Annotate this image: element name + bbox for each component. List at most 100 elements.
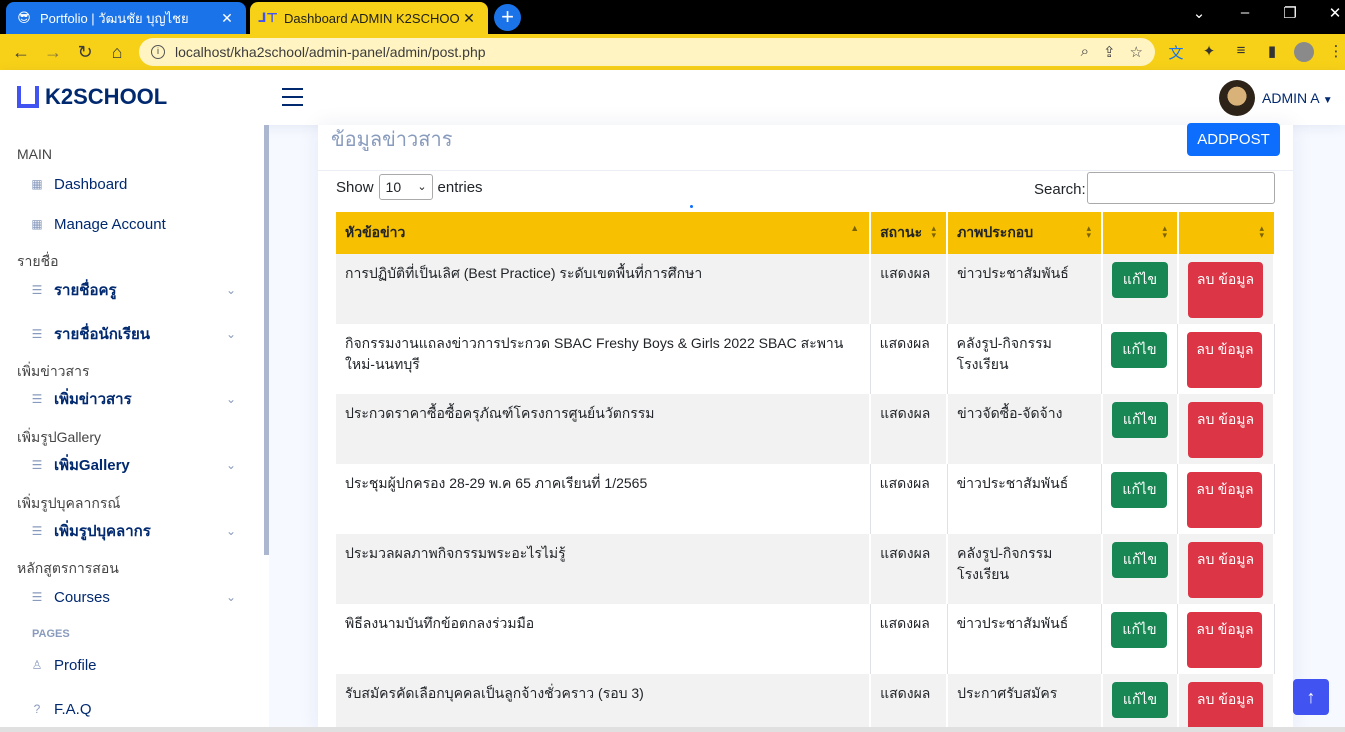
reload-icon[interactable]: ↻ <box>73 40 97 64</box>
column-header-delete[interactable]: ▴ ▾ <box>1177 212 1274 254</box>
sort-icon: ▴ ▾ <box>931 223 937 240</box>
sort-asc-icon: ▲ <box>850 223 860 233</box>
minimize-button[interactable]: – <box>1232 4 1258 21</box>
delete-button[interactable]: ลบ ข้อมูล <box>1187 332 1263 388</box>
delete-button[interactable]: ลบ ข้อมูล <box>1187 612 1263 668</box>
edit-button[interactable]: แก้ไข <box>1111 542 1168 578</box>
edit-button[interactable]: แก้ไข <box>1111 682 1168 718</box>
column-header-title[interactable]: หัวข้อข่าว ▲ <box>336 212 872 254</box>
edit-button[interactable]: แก้ไข <box>1111 262 1168 298</box>
cell-status: แสดงผล <box>870 464 948 534</box>
cell-status: แสดงผล <box>870 254 949 324</box>
delete-button[interactable]: ลบ ข้อมูล <box>1187 472 1263 528</box>
close-window-button[interactable]: ✕ <box>1322 4 1345 22</box>
sidebar-item-manage-account[interactable]: ▦ Manage Account <box>30 211 240 237</box>
list-icon: ☰ <box>31 524 43 538</box>
profile-avatar-icon[interactable] <box>1294 42 1314 62</box>
bookmark-star-icon[interactable]: ☆ <box>1130 43 1143 61</box>
entries-label: entries <box>437 178 483 196</box>
page-length-control: Show 10 ⌄ entries <box>336 174 483 200</box>
chevron-down-icon: ⌄ <box>226 283 237 297</box>
cell-edit: แก้ไข <box>1101 324 1179 394</box>
sidebar-item-add-news[interactable]: ☰ เพิ่มข่าวสาร ⌄ <box>30 386 240 412</box>
sidebar-item-label: รายชื่อนักเรียน <box>54 326 151 343</box>
column-header-edit[interactable]: ▴ ▾ <box>1101 212 1179 254</box>
user-menu[interactable]: ADMIN A ▼ <box>1262 90 1333 106</box>
list-icon: ☰ <box>31 392 43 406</box>
sidebar-item-add-staff[interactable]: ☰ เพิ่มรูปบุคลากร ⌄ <box>30 518 240 544</box>
person-icon: ♙ <box>31 658 43 672</box>
sidebar-item-add-gallery[interactable]: ☰ เพิ่มGallery ⌄ <box>30 452 240 478</box>
forward-icon[interactable]: → <box>41 40 65 64</box>
cell-delete: ลบ ข้อมูล <box>1177 674 1276 732</box>
back-to-top-button[interactable]: ↑ <box>1293 679 1329 715</box>
search-input[interactable] <box>1087 172 1275 204</box>
table-row: ประกวดราคาซื้อซื้อครุภัณฑ์โครงการศูนย์นว… <box>336 394 1276 464</box>
column-header-image[interactable]: ภาพประกอบ ▴ ▾ <box>947 212 1103 254</box>
browser-tab-portfolio[interactable]: 😎 Portfolio | วัฒนชัย บุญไชย ✕ <box>6 2 246 34</box>
restore-button[interactable]: ❐ <box>1277 4 1303 22</box>
smiley-favicon-icon: 😎 <box>17 10 31 25</box>
cell-status: แสดงผล <box>870 534 949 604</box>
zoom-icon[interactable]: ⌕ <box>1081 43 1089 61</box>
translate-icon[interactable]: 文 <box>1166 42 1186 62</box>
sidebar-item-faq[interactable]: ? F.A.Q <box>30 696 240 722</box>
edit-button[interactable]: แก้ไข <box>1111 332 1168 368</box>
browser-menu-icon[interactable]: ⋮ <box>1326 42 1345 62</box>
page-length-select[interactable]: 10 ⌄ <box>378 174 433 200</box>
grid-icon: ▦ <box>31 217 43 231</box>
sidebar-scrollbar[interactable] <box>264 125 269 555</box>
sidebar-item-students[interactable]: ☰ รายชื่อนักเรียน ⌄ <box>30 321 240 347</box>
home-icon[interactable]: ⌂ <box>105 40 129 64</box>
posts-table: หัวข้อข่าว ▲ สถานะ ▴ ▾ ภาพประกอบ ▴ ▾ ▴ ▾ ▴ ▾ กา… <box>336 212 1276 732</box>
delete-button[interactable]: ลบ ข้อมูล <box>1187 542 1263 598</box>
sidebar-item-profile[interactable]: ♙ Profile <box>30 652 240 678</box>
side-panel-icon[interactable]: ▮ <box>1262 42 1282 62</box>
address-bar[interactable]: i localhost/kha2school/admin-panel/admin… <box>139 38 1155 66</box>
table-row: รับสมัครคัดเลือกบุคคลเป็นลูกจ้างชั่วคราว… <box>336 674 1276 732</box>
sidebar-item-dashboard[interactable]: ▦ Dashboard <box>30 171 240 197</box>
delete-button[interactable]: ลบ ข้อมูล <box>1187 402 1263 458</box>
app-header: K2SCHOOL ADMIN A ▼ <box>0 70 1345 125</box>
url-text[interactable]: localhost/kha2school/admin-panel/admin/p… <box>175 44 486 60</box>
cell-delete: ลบ ข้อมูล <box>1177 464 1275 534</box>
cell-edit: แก้ไข <box>1101 464 1179 534</box>
new-tab-button[interactable]: + <box>494 4 521 31</box>
browser-toolbar: ← → ↻ ⌂ i localhost/kha2school/admin-pan… <box>0 34 1345 70</box>
list-icon: ☰ <box>31 283 43 297</box>
sidebar-item-courses[interactable]: ☰ Courses ⌄ <box>30 584 240 610</box>
sidebar-item-teachers[interactable]: ☰ รายชื่อครู ⌄ <box>30 277 240 303</box>
edit-button[interactable]: แก้ไข <box>1111 612 1168 648</box>
share-icon[interactable]: ⇪ <box>1103 43 1116 61</box>
cell-delete: ลบ ข้อมูล <box>1177 534 1276 604</box>
tab-close-icon[interactable]: ✕ <box>218 10 236 27</box>
tab-close-icon[interactable]: ✕ <box>460 10 478 27</box>
table-row: ประชุมผู้ปกครอง 28-29 พ.ค 65 ภาคเรียนที่… <box>336 464 1275 534</box>
edit-button[interactable]: แก้ไข <box>1111 402 1168 438</box>
edit-button[interactable]: แก้ไข <box>1111 472 1168 508</box>
page-horizontal-scrollbar[interactable] <box>0 727 1345 732</box>
add-post-button[interactable]: ADDPOST <box>1187 123 1280 156</box>
logo-text: K2SCHOOL <box>45 84 168 109</box>
page-length-value: 10 <box>385 179 402 195</box>
site-info-icon[interactable]: i <box>151 45 165 59</box>
user-avatar[interactable] <box>1219 80 1255 116</box>
cell-category: คลังรูป-กิจกรรมโรงเรียน <box>947 324 1103 394</box>
media-control-icon[interactable]: ≡ <box>1231 42 1251 62</box>
column-header-status[interactable]: สถานะ ▴ ▾ <box>870 212 949 254</box>
extensions-icon[interactable]: ✦ <box>1199 42 1219 62</box>
question-circle-icon: ? <box>33 702 41 716</box>
cell-title: ประชุมผู้ปกครอง 28-29 พ.ค 65 ภาคเรียนที่… <box>336 464 871 534</box>
cell-category: ข่าวประชาสัมพันธ์ <box>947 254 1103 324</box>
tab-search-icon[interactable]: ⌄ <box>1186 4 1212 22</box>
cell-status: แสดงผล <box>870 674 949 732</box>
cell-category: ข่าวประชาสัมพันธ์ <box>947 604 1103 674</box>
back-icon[interactable]: ← <box>9 40 33 64</box>
sidebar-toggle-icon[interactable] <box>282 88 303 112</box>
browser-tab-dashboard[interactable]: ⅃⊤ Dashboard ADMIN K2SCHOOL ✕ <box>250 2 488 34</box>
cell-title: พิธีลงนามบันทึกข้อตกลงร่วมมือ <box>336 604 871 674</box>
site-logo[interactable]: K2SCHOOL <box>17 84 167 110</box>
delete-button[interactable]: ลบ ข้อมูล <box>1187 262 1263 318</box>
delete-button[interactable]: ลบ ข้อมูล <box>1187 682 1263 732</box>
search-label: Search: <box>1034 181 1086 198</box>
